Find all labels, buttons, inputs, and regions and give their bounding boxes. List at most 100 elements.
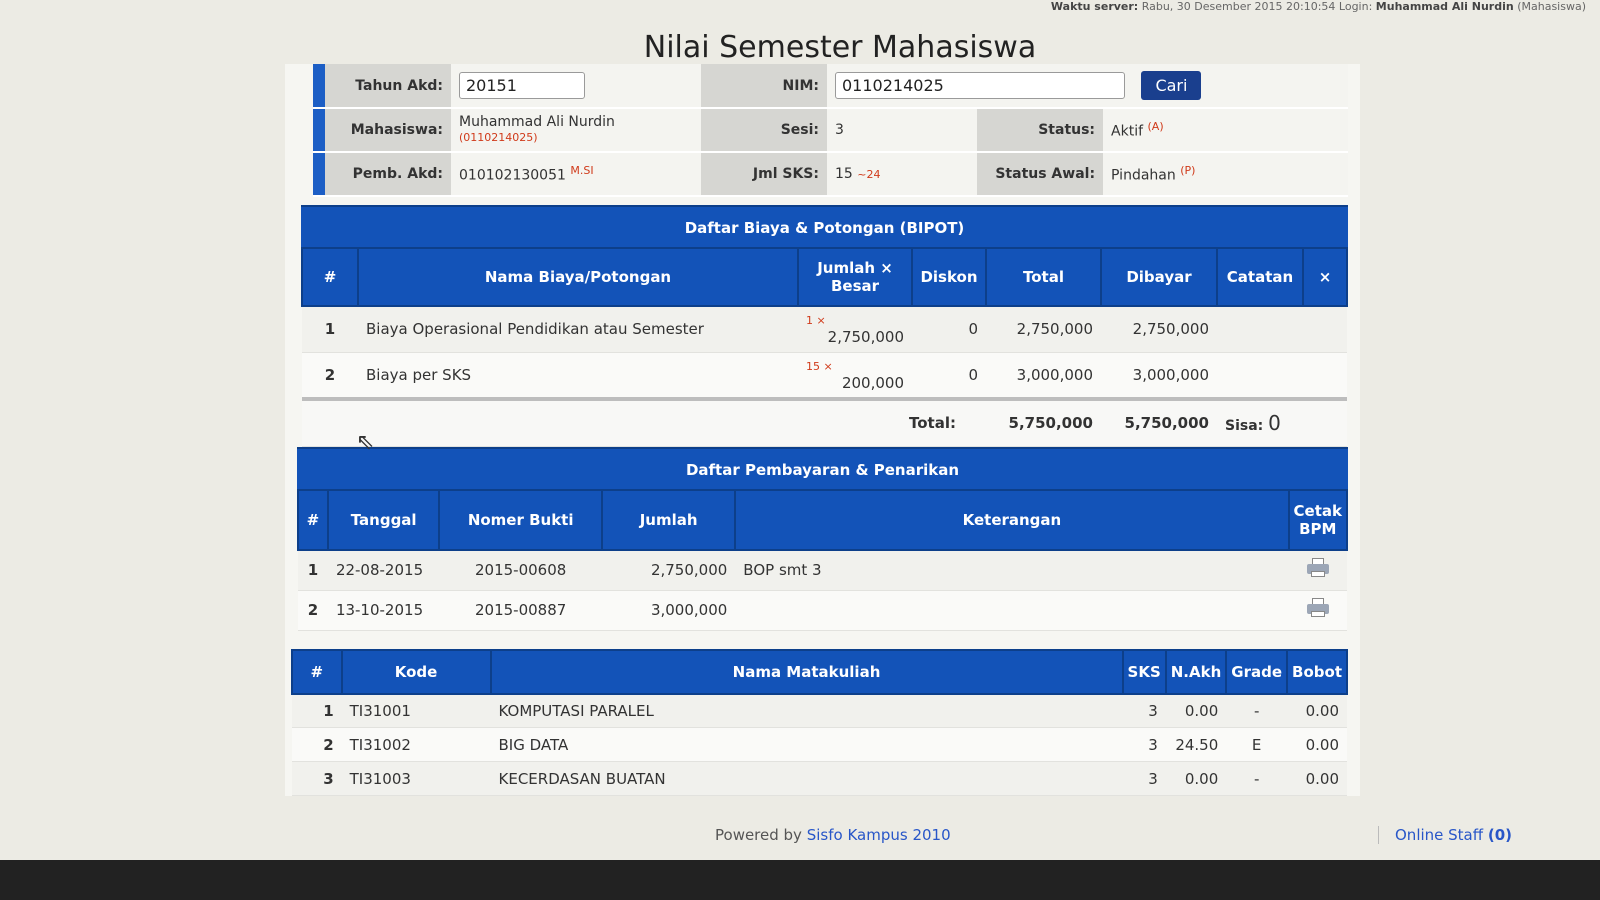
row-no: 1 [302,306,358,353]
row-dibayar: 3,000,000 [1101,352,1217,399]
col-nakh: N.Akh [1164,648,1228,695]
col-no: # [301,247,359,307]
jml-sks-label: Jml SKS: [701,152,827,197]
row-nakh: 0.00 [1165,761,1227,796]
page-title: Nilai Semester Mahasiswa [643,30,1037,65]
mahasiswa-name: Muhammad Ali Nurdin [459,114,615,130]
row-diskon: 0 [912,306,986,353]
login-role: (Mahasiswa) [1517,0,1586,13]
pemb-suffix: M.SI [570,164,594,178]
sisa-label: Sisa: [1225,418,1264,435]
col-tanggal: Tanggal [326,489,441,551]
table-row: 2 Biaya per SKS 15 × 200,000 0 3,000,000… [302,352,1347,399]
row-sks: 3 [1122,693,1166,728]
pemb-label: Pemb. Akd: [325,152,451,197]
row-bobot: 0.00 [1287,727,1347,762]
row-bobot: 0.00 [1287,693,1347,728]
row-jumlah: 1 × [806,314,826,328]
col-nama: Nama Matakuliah [489,648,1124,695]
row-grade: E [1226,727,1288,762]
delete-icon[interactable]: × [1302,247,1348,307]
nim-label: NIM: [701,64,827,109]
row-tanggal: 13-10-2015 [327,590,440,631]
row-kode: TI31003 [341,761,491,796]
row-nama: KOMPUTASI PARALEL [490,693,1123,728]
sesi-value: 3 [827,108,978,153]
mahasiswa-label: Mahasiswa: [325,108,451,153]
col-nama: Nama Biaya/Potongan [357,247,799,307]
row-jumlah: 2,750,000 [601,550,736,591]
online-staff-label: Online Staff [1395,826,1484,844]
total-row: Total: 5,750,000 5,750,000 Sisa: 0 [302,396,1347,447]
row-grade: - [1226,693,1288,728]
accent-bar [313,152,325,197]
footer: Powered by Sisfo Kampus 2010 Online Staf… [0,826,1600,852]
status-awal-label: Status Awal: [977,152,1104,197]
col-keterangan: Keterangan [734,489,1290,551]
online-staff-link[interactable]: Online Staff (0) [1378,826,1512,844]
student-info-table: Tahun Akd: 20151 NIM: 0110214025 Cari Ma… [313,64,1348,197]
mouse-cursor-icon: ⇖ [356,430,375,455]
row-jumlah: 3,000,000 [601,590,736,631]
row-nama: Biaya Operasional Pendidikan atau Semest… [358,306,798,353]
row-total: 3,000,000 [986,352,1101,399]
pembayaran-section: Daftar Pembayaran & Penarikan # Tanggal … [297,447,1349,631]
row-bukti: 2015-00608 [439,550,602,591]
table-row: 1 22-08-2015 2015-00608 2,750,000 BOP sm… [298,550,1347,591]
bipot-table: # Nama Biaya/Potongan Jumlah × Besar Dis… [301,247,1348,447]
row-nama: KECERDASAN BUATAN [490,761,1123,796]
row-catatan [1217,352,1347,399]
printer-icon[interactable] [1306,558,1329,578]
row-tanggal: 22-08-2015 [327,550,440,591]
pemb-value: 010102130051 [459,167,566,184]
status-value: Aktif [1111,123,1144,140]
col-no: # [291,648,343,695]
row-sks: 3 [1122,761,1166,796]
col-bobot: Bobot [1286,648,1348,695]
col-jumlah: Jumlah × Besar [797,247,913,307]
row-diskon: 0 [912,352,986,399]
col-diskon: Diskon [911,247,987,307]
powered-link[interactable]: Sisfo Kampus 2010 [807,826,951,844]
table-row: 2 13-10-2015 2015-00887 3,000,000 [298,590,1347,631]
row-besar: 2,750,000 [827,328,904,347]
row-grade: - [1226,761,1288,796]
online-staff-count: (0) [1487,826,1513,844]
col-sks: SKS [1121,648,1167,695]
row-keterangan [735,590,1289,631]
cari-button[interactable]: Cari [1141,71,1202,100]
status-label: Status: [977,108,1104,153]
total-value: 5,750,000 [986,396,1101,447]
col-total: Total [985,247,1102,307]
matakuliah-table: # Kode Nama Matakuliah SKS N.Akh Grade B… [291,648,1348,796]
jml-sks-value: 15 [835,166,853,182]
row-no: 3 [292,761,342,796]
row-dibayar: 2,750,000 [1101,306,1217,353]
tahun-input[interactable]: 20151 [459,72,585,99]
tahun-label: Tahun Akd: [325,64,451,109]
print-cell [1288,590,1347,631]
pembayaran-table: # Tanggal Nomer Bukti Jumlah Keterangan … [297,489,1349,631]
col-jumlah: Jumlah [600,489,737,551]
powered-label: Powered by [715,826,802,844]
sisa-value: 0 [1268,411,1281,436]
sesi-label: Sesi: [701,108,827,153]
row-nama: Biaya per SKS [358,352,798,399]
server-time: Rabu, 30 Desember 2015 20:10:54 [1141,0,1336,13]
pembayaran-title: Daftar Pembayaran & Penarikan [297,447,1348,489]
powered-by: Powered by Sisfo Kampus 2010 [715,826,951,844]
row-kode: TI31002 [341,727,491,762]
row-bobot: 0.00 [1287,761,1347,796]
col-bukti: Nomer Bukti [438,489,603,551]
table-row: 2 TI31002 BIG DATA 3 24.50 E 0.00 [292,727,1347,762]
matakuliah-section: # Kode Nama Matakuliah SKS N.Akh Grade B… [291,648,1348,796]
screen-bottom-bezel [0,860,1600,900]
nim-input[interactable]: 0110214025 [835,72,1125,99]
printer-icon[interactable] [1306,598,1329,618]
total-label: Total: [302,396,986,447]
row-nakh: 0.00 [1165,693,1227,728]
table-row: 1 Biaya Operasional Pendidikan atau Seme… [302,306,1347,353]
col-cetak: Cetak BPM [1287,489,1349,551]
accent-bar [313,64,325,109]
bipot-title: Daftar Biaya & Potongan (BIPOT) [301,205,1348,247]
